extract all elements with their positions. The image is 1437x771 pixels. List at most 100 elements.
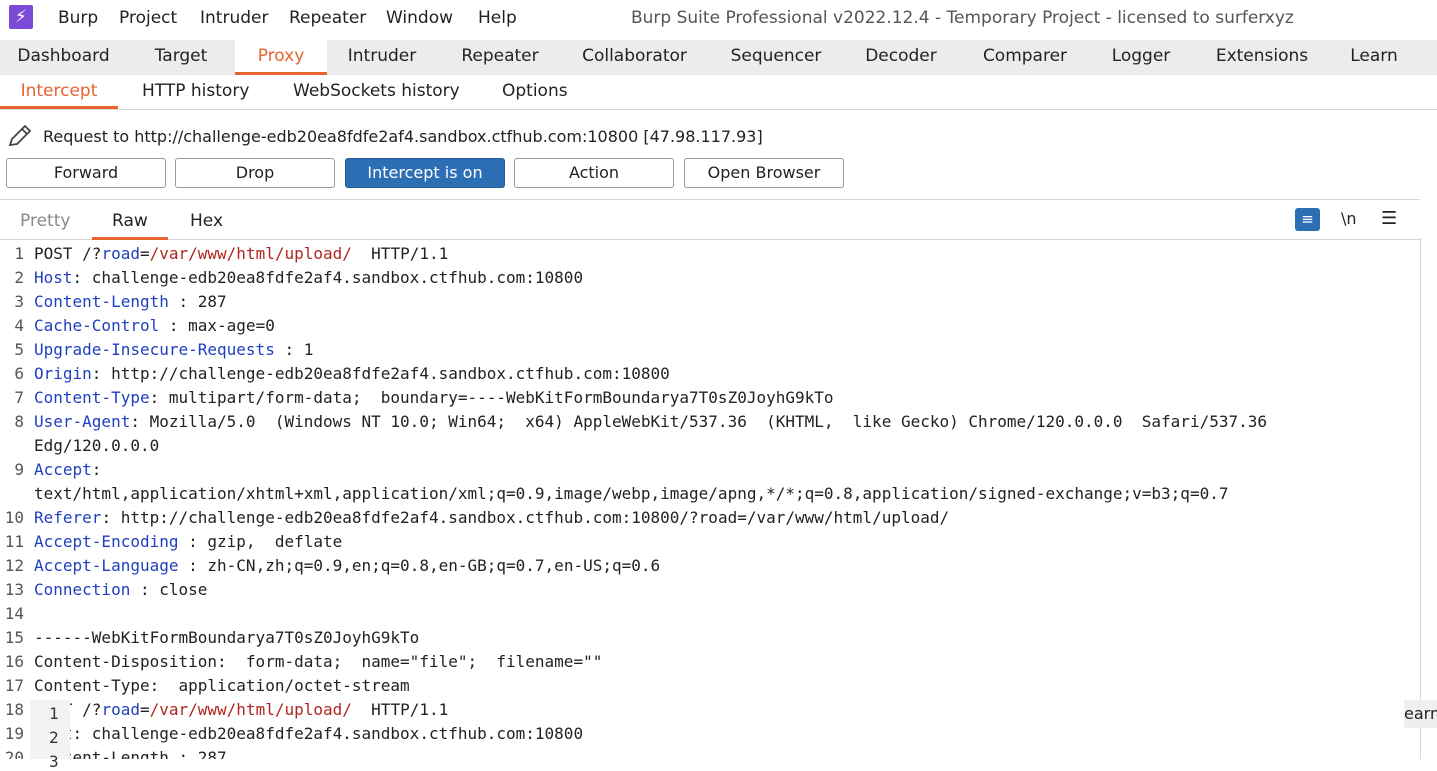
tooltip-number: 1: [49, 704, 59, 723]
line-number: 17: [4, 676, 24, 695]
tab-intruder[interactable]: Intruder: [327, 40, 437, 75]
line-content: text/html,application/xhtml+xml,applicat…: [34, 482, 1228, 506]
line-number: 15: [4, 628, 24, 647]
editor-tab-hex[interactable]: Hex: [190, 211, 223, 231]
line-text: Edg/120.0.0.0: [34, 436, 160, 455]
window-title: Burp Suite Professional v2022.12.4 - Tem…: [631, 8, 1294, 28]
subtab-intercept[interactable]: Intercept: [0, 75, 118, 109]
menu-repeater[interactable]: Repeater: [289, 8, 366, 28]
line-text: : multipart/form-data; boundary=----WebK…: [149, 388, 834, 407]
line-text: t: challenge-edb20ea8fdfe2af4.sandbox.ct…: [34, 724, 584, 743]
header-name: Referer: [34, 508, 102, 527]
hamburger-icon[interactable]: ☰: [1381, 208, 1397, 229]
menu-intruder[interactable]: Intruder: [200, 8, 268, 28]
param-value: /var/www/html/upload/: [149, 244, 352, 263]
open-browser-button[interactable]: Open Browser: [684, 158, 844, 188]
line-number: 18: [4, 700, 24, 719]
header-name: Upgrade-Insecure-Requests: [34, 340, 275, 359]
menu-help[interactable]: Help: [478, 8, 517, 28]
header-name: Accept-Encoding: [34, 532, 179, 551]
main-tab-bar: Dashboard Target Proxy Intruder Repeater…: [0, 40, 1437, 76]
subtab-http-history[interactable]: HTTP history: [142, 75, 249, 109]
line-text: : 287: [168, 292, 227, 311]
line-content: ------WebKitFormBoundarya7T0sZ0JoyhG9kTo: [34, 626, 419, 650]
drop-button[interactable]: Drop: [175, 158, 335, 188]
line-text: =: [139, 700, 150, 719]
line-content: Host: challenge-edb20ea8fdfe2af4.sandbox…: [34, 266, 583, 290]
subtab-options[interactable]: Options: [502, 75, 568, 109]
pencil-icon: [8, 124, 32, 147]
tab-learn[interactable]: Learn: [1336, 40, 1412, 75]
line-text: : 1: [274, 340, 314, 359]
line-content: Accept-Encoding : gzip, deflate: [34, 530, 342, 554]
line-content: Content-Type: multipart/form-data; bound…: [34, 386, 834, 410]
header-name: Content-Type: [34, 388, 150, 407]
header-name: Host: [34, 268, 73, 287]
line-text: : http://challenge-edb20ea8fdfe2af4.sand…: [91, 364, 670, 383]
editor-scrollbar[interactable]: [1420, 238, 1437, 759]
tab-repeater[interactable]: Repeater: [437, 40, 563, 75]
forward-button[interactable]: Forward: [6, 158, 166, 188]
line-content: Connection : close: [34, 578, 207, 602]
line-text: : http://challenge-edb20ea8fdfe2af4.sand…: [101, 508, 950, 527]
header-name: Accept-Language: [34, 556, 179, 575]
tooltip-number: 2: [49, 728, 59, 747]
line-number: 14: [4, 604, 24, 623]
line-content: Edg/120.0.0.0: [34, 434, 159, 458]
line-text: : zh-CN,zh;q=0.9,en;q=0.8,en-GB;q=0.7,en…: [178, 556, 661, 575]
line-number: 7: [14, 388, 24, 407]
action-button[interactable]: Action: [514, 158, 674, 188]
line-text: =: [139, 244, 150, 263]
menu-window[interactable]: Window: [386, 8, 453, 28]
title-bar: ⚡ Burp Project Intruder Repeater Window …: [0, 0, 1437, 37]
subtab-websockets-history[interactable]: WebSockets history: [293, 75, 460, 109]
tab-target[interactable]: Target: [127, 40, 235, 75]
request-target-text: Request to http://challenge-edb20ea8fdfe…: [43, 127, 763, 146]
line-content: Content-Type: application/octet-stream: [34, 674, 410, 698]
tab-comparer[interactable]: Comparer: [956, 40, 1094, 75]
menu-project[interactable]: Project: [119, 8, 177, 28]
line-number: 16: [4, 652, 24, 671]
header-name: Connection: [34, 580, 131, 599]
line-content: T /?road=/var/www/html/upload/ HTTP/1.1: [34, 698, 448, 722]
menu-burp[interactable]: Burp: [58, 8, 98, 28]
line-content: Accept:: [34, 458, 101, 482]
tab-extensions[interactable]: Extensions: [1188, 40, 1336, 75]
line-number: 13: [4, 580, 24, 599]
editor-tab-raw[interactable]: Raw: [92, 211, 168, 240]
tab-dashboard[interactable]: Dashboard: [0, 40, 127, 75]
line-number: 10: [4, 508, 24, 527]
header-name: Cache-Control: [34, 316, 160, 335]
show-newlines-icon[interactable]: \n: [1341, 209, 1357, 228]
tab-sequencer[interactable]: Sequencer: [706, 40, 846, 75]
line-content: Origin: http://challenge-edb20ea8fdfe2af…: [34, 362, 670, 386]
tab-logger[interactable]: Logger: [1094, 40, 1188, 75]
line-content: User-Agent: Mozilla/5.0 (Windows NT 10.0…: [34, 410, 1267, 434]
tab-collaborator[interactable]: Collaborator: [563, 40, 706, 75]
header-name: User-Agent: [34, 412, 131, 431]
line-number-tooltip: 1 2 3: [30, 700, 70, 771]
param-value: /var/www/html/upload/: [149, 700, 352, 719]
learn-tab-peek[interactable]: earn: [1404, 700, 1437, 728]
line-text: : Mozilla/5.0 (Windows NT 10.0; Win64; x…: [130, 412, 1267, 431]
tab-proxy[interactable]: Proxy: [235, 40, 327, 75]
tab-decoder[interactable]: Decoder: [846, 40, 956, 75]
tooltip-number: 3: [49, 752, 59, 771]
line-content: Referer: http://challenge-edb20ea8fdfe2a…: [34, 506, 949, 530]
line-number: 6: [14, 364, 24, 383]
raw-request-editor[interactable]: 1 POST /?road=/var/www/html/upload/ HTTP/…: [0, 242, 1420, 759]
line-text: HTTP/1.1: [351, 700, 449, 719]
wrap-lines-icon[interactable]: ≡: [1295, 208, 1320, 231]
editor-tab-pretty[interactable]: Pretty: [20, 211, 70, 231]
line-content: Content-Disposition: form-data; name="fi…: [34, 650, 602, 674]
line-number: 19: [4, 724, 24, 743]
line-text: : challenge-edb20ea8fdfe2af4.sandbox.ctf…: [72, 268, 584, 287]
intercept-toggle-button[interactable]: Intercept is on: [345, 158, 505, 188]
line-content: t: challenge-edb20ea8fdfe2af4.sandbox.ct…: [34, 722, 583, 746]
header-name: road: [101, 700, 140, 719]
line-number: 3: [14, 292, 24, 311]
header-name: Content-Length: [34, 292, 169, 311]
line-text: : gzip, deflate: [178, 532, 343, 551]
header-name: road: [101, 244, 140, 263]
line-number: 2: [14, 268, 24, 287]
